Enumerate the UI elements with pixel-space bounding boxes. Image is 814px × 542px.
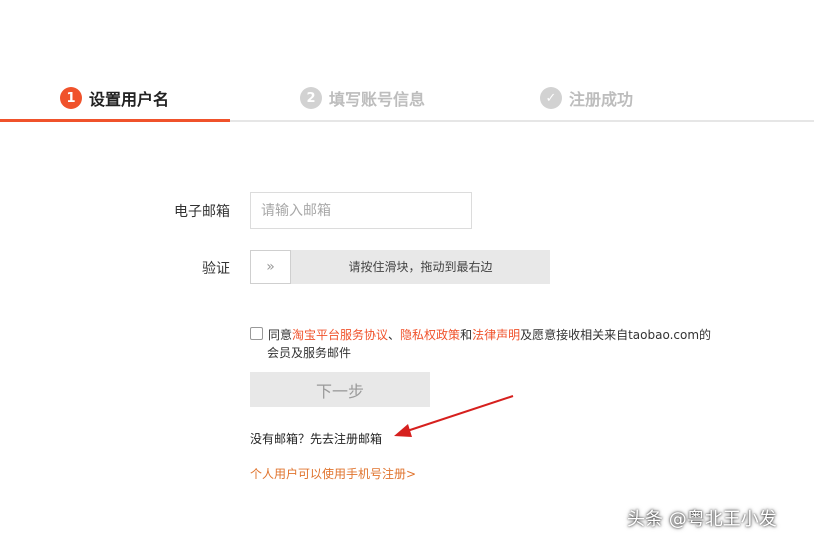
step-1-number: 1 bbox=[60, 87, 82, 109]
privacy-policy-link[interactable]: 隐私权政策 bbox=[400, 328, 460, 342]
verify-label: 验证 bbox=[202, 261, 230, 277]
agree-checkbox[interactable] bbox=[250, 327, 263, 340]
step-2: 2 填写账号信息 bbox=[300, 86, 425, 110]
agree-sep-1: 、 bbox=[388, 328, 401, 342]
annotation-arrow-head bbox=[394, 424, 412, 437]
step-2-label: 填写账号信息 bbox=[329, 90, 426, 109]
step-1: 1 设置用户名 bbox=[60, 86, 169, 110]
mobile-register-link[interactable]: 个人用户可以使用手机号注册> bbox=[250, 465, 416, 482]
check-icon: ✓ bbox=[540, 87, 562, 109]
step-1-label: 设置用户名 bbox=[89, 90, 170, 109]
step-2-number: 2 bbox=[300, 87, 322, 109]
step-progress-bar: 1 设置用户名 2 填写账号信息 ✓ 注册成功 bbox=[0, 80, 814, 122]
email-field[interactable] bbox=[250, 192, 472, 229]
steps-active-underline bbox=[0, 119, 230, 122]
watermark: 头条 @粤北王小发 bbox=[627, 509, 777, 530]
annotation-arrow bbox=[394, 395, 514, 437]
legal-statement-link[interactable]: 法律声明 bbox=[472, 328, 520, 342]
no-email-link[interactable]: 没有邮箱？先去注册邮箱 bbox=[250, 430, 382, 447]
step-3: ✓ 注册成功 bbox=[540, 86, 633, 110]
slider-captcha[interactable]: » 请按住滑块，拖动到最右边 bbox=[250, 250, 550, 284]
agree-line-2: 会员及服务邮件 bbox=[267, 346, 352, 360]
double-chevron-right-icon[interactable]: » bbox=[250, 250, 291, 284]
agreement-text: 同意淘宝平台服务协议、隐私权政策和法律声明及愿意接收相关来自taobao.com… bbox=[250, 326, 720, 362]
agree-sep-2: 和 bbox=[460, 328, 473, 342]
slider-hint-text: 请按住滑块，拖动到最右边 bbox=[348, 260, 493, 274]
annotation-arrow-shaft bbox=[403, 395, 514, 433]
step-3-label: 注册成功 bbox=[569, 90, 634, 109]
email-field-label: 电子邮箱 bbox=[174, 204, 230, 220]
agree-prefix: 同意 bbox=[268, 328, 293, 342]
agree-suffix: 及愿意接收相关来自taobao.com的 bbox=[520, 328, 712, 342]
service-agreement-link[interactable]: 淘宝平台服务协议 bbox=[292, 328, 388, 342]
